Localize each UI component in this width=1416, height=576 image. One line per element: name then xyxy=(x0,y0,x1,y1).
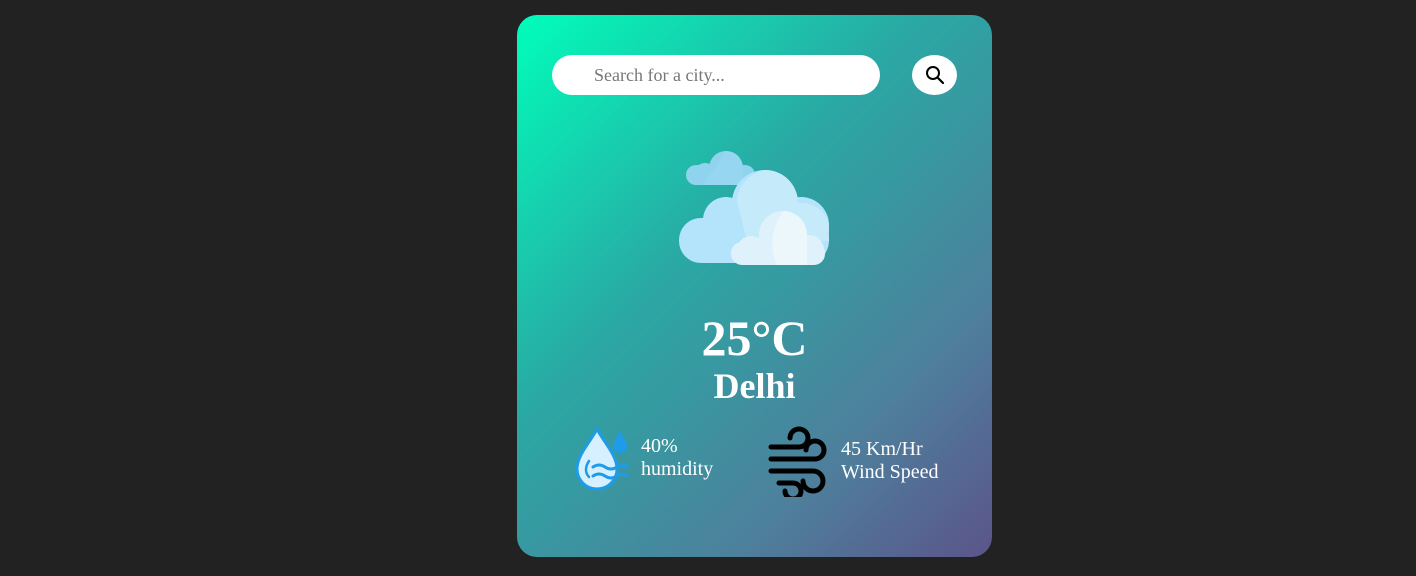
humidity-label: humidity xyxy=(641,458,714,480)
search-input[interactable] xyxy=(552,55,880,95)
humidity-text: 40% humidity xyxy=(641,435,713,481)
wind-value: 45 Km/Hr xyxy=(841,438,923,460)
wind-label: Wind Speed xyxy=(841,461,939,483)
humidity-detail: 40% humidity xyxy=(573,425,713,491)
wind-text: 45 Km/Hr Wind Speed xyxy=(841,438,939,484)
humidity-value: 40% xyxy=(641,435,678,457)
humidity-icon xyxy=(573,425,631,491)
clouds-icon xyxy=(677,143,832,268)
weather-card: 25°C Delhi 40% humidity xyxy=(517,15,992,557)
city-name: Delhi xyxy=(713,366,796,406)
wind-icon xyxy=(767,425,831,497)
search-button[interactable] xyxy=(912,55,957,95)
temperature: 25°C xyxy=(701,310,808,366)
wind-detail: 45 Km/Hr Wind Speed xyxy=(767,425,939,497)
search-icon xyxy=(925,65,945,85)
